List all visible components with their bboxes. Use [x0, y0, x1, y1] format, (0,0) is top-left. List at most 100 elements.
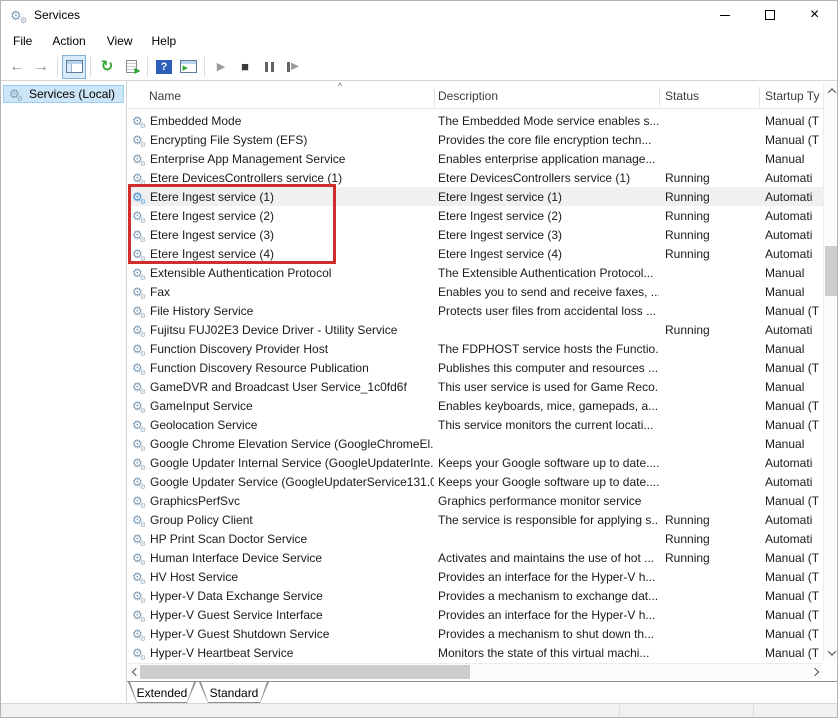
service-gear-icon: ⚙: [132, 400, 147, 412]
cell-status: Running: [659, 209, 759, 223]
help-button[interactable]: ?: [152, 55, 176, 79]
table-row[interactable]: ⚙File History ServiceProtects user files…: [128, 301, 823, 320]
table-row[interactable]: ⚙Enterprise App Management ServiceEnable…: [128, 149, 823, 168]
menu-file[interactable]: File: [11, 31, 34, 51]
services-gear-icon: ⚙: [9, 88, 23, 100]
cell-description: Provides an interface for the Hyper-V h.…: [434, 570, 659, 584]
vertical-scrollbar[interactable]: [823, 83, 838, 661]
vertical-scrollbar-thumb[interactable]: [825, 246, 838, 296]
column-header-name[interactable]: Name: [149, 83, 419, 109]
cell-name: ⚙Embedded Mode: [128, 114, 434, 128]
cell-status: Running: [659, 532, 759, 546]
menu-help[interactable]: Help: [150, 31, 179, 51]
table-row[interactable]: ⚙Hyper-V Data Exchange ServiceProvides a…: [128, 586, 823, 605]
cell-description: This user service is used for Game Reco.…: [434, 380, 659, 394]
menu-action[interactable]: Action: [50, 31, 87, 51]
cell-name: ⚙Google Updater Service (GoogleUpdaterSe…: [128, 475, 434, 489]
column-header-startup-type[interactable]: Startup Ty: [765, 83, 823, 109]
service-gear-icon: ⚙: [132, 609, 147, 621]
cell-description: Enables keyboards, mice, gamepads, a...: [434, 399, 659, 413]
menu-view[interactable]: View: [105, 31, 135, 51]
cell-name: ⚙Function Discovery Provider Host: [128, 342, 434, 356]
minimize-button[interactable]: [702, 1, 747, 29]
cell-description: Provides a mechanism to exchange dat...: [434, 589, 659, 603]
services-app-icon[interactable]: ⚙: [10, 9, 26, 22]
table-row[interactable]: ⚙Fujitsu FUJ02E3 Device Driver - Utility…: [128, 320, 823, 339]
forward-button[interactable]: →: [29, 55, 53, 79]
table-row[interactable]: ⚙Hyper-V Guest Service InterfaceProvides…: [128, 605, 823, 624]
service-gear-icon: ⚙: [132, 324, 147, 336]
cell-name: ⚙Hyper-V Guest Service Interface: [128, 608, 434, 622]
service-gear-icon: ⚙: [132, 590, 147, 602]
cell-startup-type: Manual (T: [759, 494, 823, 508]
table-row[interactable]: ⚙Group Policy ClientThe service is respo…: [128, 510, 823, 529]
sidebar-item-services-local[interactable]: ⚙ Services (Local): [3, 85, 124, 103]
table-row[interactable]: ⚙Geolocation ServiceThis service monitor…: [128, 415, 823, 434]
pause-service-button[interactable]: [257, 55, 281, 79]
service-gear-icon: ⚙: [132, 419, 147, 431]
column-divider[interactable]: [759, 87, 760, 107]
table-row[interactable]: ⚙Function Discovery Provider HostThe FDP…: [128, 339, 823, 358]
cell-startup-type: Manual: [759, 437, 823, 451]
table-row[interactable]: ⚙Etere Ingest service (4)Etere Ingest se…: [128, 244, 823, 263]
horizontal-scrollbar-thumb[interactable]: [140, 665, 470, 679]
table-row[interactable]: ⚙Encrypting File System (EFS)Provides th…: [128, 130, 823, 149]
scroll-down-button[interactable]: [824, 645, 838, 661]
export-list-button[interactable]: [119, 55, 143, 79]
cell-name: ⚙Etere Ingest service (4): [128, 247, 434, 261]
stop-service-button[interactable]: ■: [233, 55, 257, 79]
service-gear-icon: ⚙: [132, 476, 147, 488]
tab-extended-label: Extended: [123, 686, 202, 700]
horizontal-scrollbar[interactable]: [128, 663, 823, 679]
table-row[interactable]: ⚙Etere Ingest service (3)Etere Ingest se…: [128, 225, 823, 244]
scroll-right-button[interactable]: [807, 664, 823, 680]
table-row[interactable]: ⚙Function Discovery Resource Publication…: [128, 358, 823, 377]
view-tabbar: Extended Standard: [127, 681, 837, 703]
chevron-left-icon: [132, 668, 140, 676]
help-icon: ?: [156, 60, 172, 74]
table-row[interactable]: ⚙GameDVR and Broadcast User Service_1c0f…: [128, 377, 823, 396]
table-row[interactable]: ⚙Hyper-V Heartbeat ServiceMonitors the s…: [128, 643, 823, 662]
table-row[interactable]: ⚙Etere DevicesControllers service (1)Ete…: [128, 168, 823, 187]
table-row[interactable]: ⚙Google Updater Service (GoogleUpdaterSe…: [128, 472, 823, 491]
service-rows: ⚙Embedded ModeThe Embedded Mode service …: [128, 111, 823, 662]
show-console-tree-button[interactable]: [62, 55, 86, 79]
table-row[interactable]: ⚙Hyper-V Guest Shutdown ServiceProvides …: [128, 624, 823, 643]
table-row[interactable]: ⚙GraphicsPerfSvcGraphics performance mon…: [128, 491, 823, 510]
statusbar: [1, 703, 837, 718]
scroll-up-button[interactable]: [824, 83, 838, 99]
table-row[interactable]: ⚙Extensible Authentication ProtocolThe E…: [128, 263, 823, 282]
close-button[interactable]: ×: [792, 1, 837, 29]
cell-description: Provides the core file encryption techn.…: [434, 133, 659, 147]
chevron-right-icon: [811, 668, 819, 676]
column-header-description[interactable]: Description: [438, 83, 648, 109]
table-row[interactable]: ⚙Etere Ingest service (2)Etere Ingest se…: [128, 206, 823, 225]
column-header-status[interactable]: Status: [665, 83, 755, 109]
back-button[interactable]: ←: [5, 55, 29, 79]
table-row[interactable]: ⚙Google Chrome Elevation Service (Google…: [128, 434, 823, 453]
cell-name: ⚙Etere DevicesControllers service (1): [128, 171, 434, 185]
service-gear-icon: ⚙: [132, 552, 147, 564]
tab-standard[interactable]: Standard: [199, 682, 269, 703]
table-row[interactable]: ⚙HV Host ServiceProvides an interface fo…: [128, 567, 823, 586]
service-gear-icon: ⚙: [132, 495, 147, 507]
cell-description: Etere Ingest service (1): [434, 190, 659, 204]
table-row[interactable]: ⚙Etere Ingest service (1)Etere Ingest se…: [128, 187, 823, 206]
table-row[interactable]: ⚙Human Interface Device ServiceActivates…: [128, 548, 823, 567]
cell-startup-type: Manual: [759, 285, 823, 299]
tab-extended[interactable]: Extended: [128, 682, 196, 703]
column-divider[interactable]: [434, 87, 435, 107]
maximize-button[interactable]: [747, 1, 792, 29]
table-row[interactable]: ⚙Embedded ModeThe Embedded Mode service …: [128, 111, 823, 130]
refresh-button[interactable]: ↻: [95, 55, 119, 79]
table-row[interactable]: ⚙HP Print Scan Doctor ServiceRunningAuto…: [128, 529, 823, 548]
show-action-pane-button[interactable]: [176, 55, 200, 79]
table-row[interactable]: ⚙FaxEnables you to send and receive faxe…: [128, 282, 823, 301]
cell-name: ⚙Etere Ingest service (3): [128, 228, 434, 242]
cell-name: ⚙Google Updater Internal Service (Google…: [128, 456, 434, 470]
table-row[interactable]: ⚙Google Updater Internal Service (Google…: [128, 453, 823, 472]
column-divider[interactable]: [659, 87, 660, 107]
restart-service-button[interactable]: ▶: [281, 55, 305, 79]
start-service-button[interactable]: ▶: [209, 55, 233, 79]
table-row[interactable]: ⚙GameInput ServiceEnables keyboards, mic…: [128, 396, 823, 415]
